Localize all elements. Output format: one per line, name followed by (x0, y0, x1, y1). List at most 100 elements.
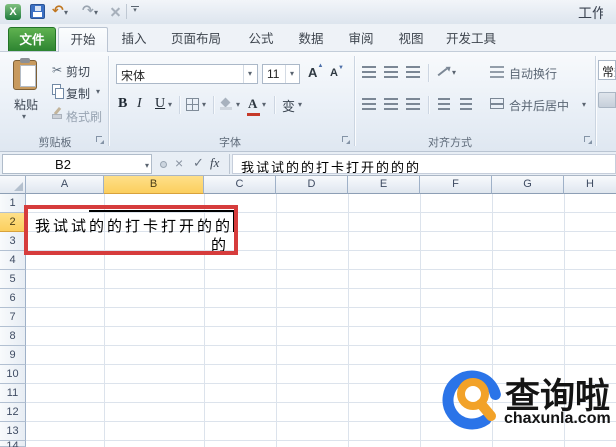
row-header-1[interactable]: 1 (0, 194, 26, 213)
font-name-combo[interactable]: 宋体 ▾ (116, 64, 258, 84)
alignment-dialog-launcher-icon[interactable] (584, 136, 593, 145)
tab-formulas[interactable]: 公式 (238, 27, 284, 52)
accounting-format-icon[interactable] (598, 92, 616, 108)
underline-dropdown-icon[interactable]: ▾ (168, 100, 172, 109)
tab-review[interactable]: 审阅 (338, 27, 384, 52)
merge-center-dropdown-icon[interactable]: ▾ (582, 100, 586, 109)
align-top-icon[interactable] (362, 66, 376, 78)
row-header-10[interactable]: 10 (0, 365, 26, 384)
row-header-7[interactable]: 7 (0, 308, 26, 327)
decrease-indent-icon[interactable] (438, 98, 450, 110)
select-all-corner[interactable] (0, 176, 26, 194)
merge-center-button[interactable]: 合并后居中 (509, 97, 569, 114)
font-size-combo[interactable]: 11 ▾ (262, 64, 300, 84)
quick-access-dropdown-icon[interactable]: ▾ (131, 6, 139, 15)
column-header-d[interactable]: D (276, 176, 348, 194)
row-header-8[interactable]: 8 (0, 327, 26, 346)
borders-icon[interactable] (186, 98, 199, 111)
font-dialog-launcher-icon[interactable] (342, 136, 351, 145)
row-header-9[interactable]: 9 (0, 346, 26, 365)
column-header-f[interactable]: F (420, 176, 492, 194)
column-header-b[interactable]: B (104, 176, 204, 194)
align-right-icon[interactable] (406, 98, 420, 110)
row-header-2[interactable]: 2 (0, 213, 26, 232)
format-painter-icon[interactable] (51, 107, 64, 120)
paste-button[interactable]: 粘贴 (13, 96, 39, 113)
separator (428, 96, 429, 114)
increase-indent-icon[interactable] (460, 98, 472, 110)
column-header-a[interactable]: A (26, 176, 104, 194)
column-header-e[interactable]: E (348, 176, 420, 194)
align-left-icon[interactable] (362, 98, 376, 110)
tab-home[interactable]: 开始 (58, 27, 108, 52)
font-color-dropdown-icon[interactable]: ▾ (262, 100, 266, 109)
row-header-3[interactable]: 3 (0, 232, 26, 251)
font-size-dropdown-icon[interactable]: ▾ (285, 65, 298, 83)
font-color-button[interactable]: A (248, 96, 257, 112)
tab-insert[interactable]: 插入 (112, 27, 156, 52)
shrink-font-button[interactable]: A▼ (330, 67, 338, 79)
tab-developer[interactable]: 开发工具 (436, 27, 506, 52)
excel-app-icon[interactable]: X (5, 4, 21, 20)
row-header-14[interactable]: 14 (0, 441, 26, 447)
copy-dropdown-icon[interactable]: ▾ (96, 87, 100, 96)
name-box-dropdown-icon[interactable]: ▾ (145, 161, 149, 170)
copy-button[interactable]: 复制 (66, 85, 90, 102)
wrap-text-button[interactable]: 自动换行 (509, 65, 557, 82)
window-title: 工作 (578, 3, 603, 21)
clipboard-dialog-launcher-icon[interactable] (96, 136, 105, 145)
undo-icon[interactable]: ↶ (52, 2, 64, 19)
copy-icon[interactable] (52, 84, 65, 99)
merge-center-icon[interactable] (490, 98, 504, 109)
column-header-c[interactable]: C (204, 176, 276, 194)
row-header-13[interactable]: 13 (0, 422, 26, 441)
number-format-combo[interactable]: 常规 (598, 60, 616, 80)
bold-button[interactable]: B (118, 96, 127, 112)
tab-page-layout[interactable]: 页面布局 (158, 27, 234, 52)
cut-button[interactable]: 剪切 (66, 63, 90, 80)
save-icon[interactable] (30, 4, 45, 19)
name-box[interactable]: B2 ▾ (2, 154, 152, 174)
fill-color-icon[interactable] (220, 98, 232, 108)
align-middle-icon[interactable] (384, 66, 398, 78)
tab-view[interactable]: 视图 (388, 27, 434, 52)
formula-bar-handle[interactable] (160, 161, 167, 168)
insert-function-icon[interactable]: fx (210, 155, 219, 171)
redo-icon[interactable]: ↷ (82, 2, 94, 19)
format-painter-button[interactable]: 格式刷 (66, 108, 102, 125)
font-name-dropdown-icon[interactable]: ▾ (243, 65, 256, 83)
enter-icon[interactable]: ✓ (193, 155, 204, 171)
grow-font-button[interactable]: A▲ (308, 65, 317, 80)
formula-input[interactable]: 我试试的的打卡打开的的的 (232, 154, 616, 174)
fill-color-dropdown-icon[interactable]: ▾ (236, 100, 240, 109)
align-center-icon[interactable] (384, 98, 398, 110)
column-header-h[interactable]: H (564, 176, 616, 194)
group-separator (354, 56, 355, 146)
row-header-12[interactable]: 12 (0, 403, 26, 422)
orientation-dropdown-icon[interactable]: ▾ (452, 68, 456, 77)
underline-button[interactable]: U (155, 96, 165, 112)
italic-button[interactable]: I (137, 96, 142, 112)
paste-icon[interactable] (13, 60, 37, 90)
wrap-text-icon[interactable] (490, 66, 504, 78)
cancel-icon[interactable]: × (175, 155, 183, 171)
magnifier-logo-icon (442, 366, 506, 434)
phonetic-dropdown-icon[interactable]: ▾ (298, 100, 302, 109)
row-header-4[interactable]: 4 (0, 251, 26, 270)
borders-dropdown-icon[interactable]: ▾ (202, 100, 206, 109)
cut-icon[interactable]: ✂ (52, 63, 62, 77)
row-header-5[interactable]: 5 (0, 270, 26, 289)
tab-data[interactable]: 数据 (288, 27, 334, 52)
undo-dropdown-icon[interactable]: ▾ (64, 8, 68, 17)
column-header-g[interactable]: G (492, 176, 564, 194)
redo-dropdown-icon[interactable]: ▾ (94, 8, 98, 17)
row-header-11[interactable]: 11 (0, 384, 26, 403)
orientation-icon[interactable] (436, 65, 450, 79)
worksheet: A B C D E F G H 1 2 3 4 5 6 7 8 9 10 11 … (0, 176, 616, 447)
row-header-6[interactable]: 6 (0, 289, 26, 308)
customize-tools-icon[interactable] (108, 5, 122, 19)
tab-file[interactable]: 文件 (8, 27, 56, 52)
phonetic-guide-button[interactable]: 变 (282, 96, 295, 115)
paste-dropdown-icon[interactable]: ▾ (22, 112, 26, 121)
align-bottom-icon[interactable] (406, 66, 420, 78)
